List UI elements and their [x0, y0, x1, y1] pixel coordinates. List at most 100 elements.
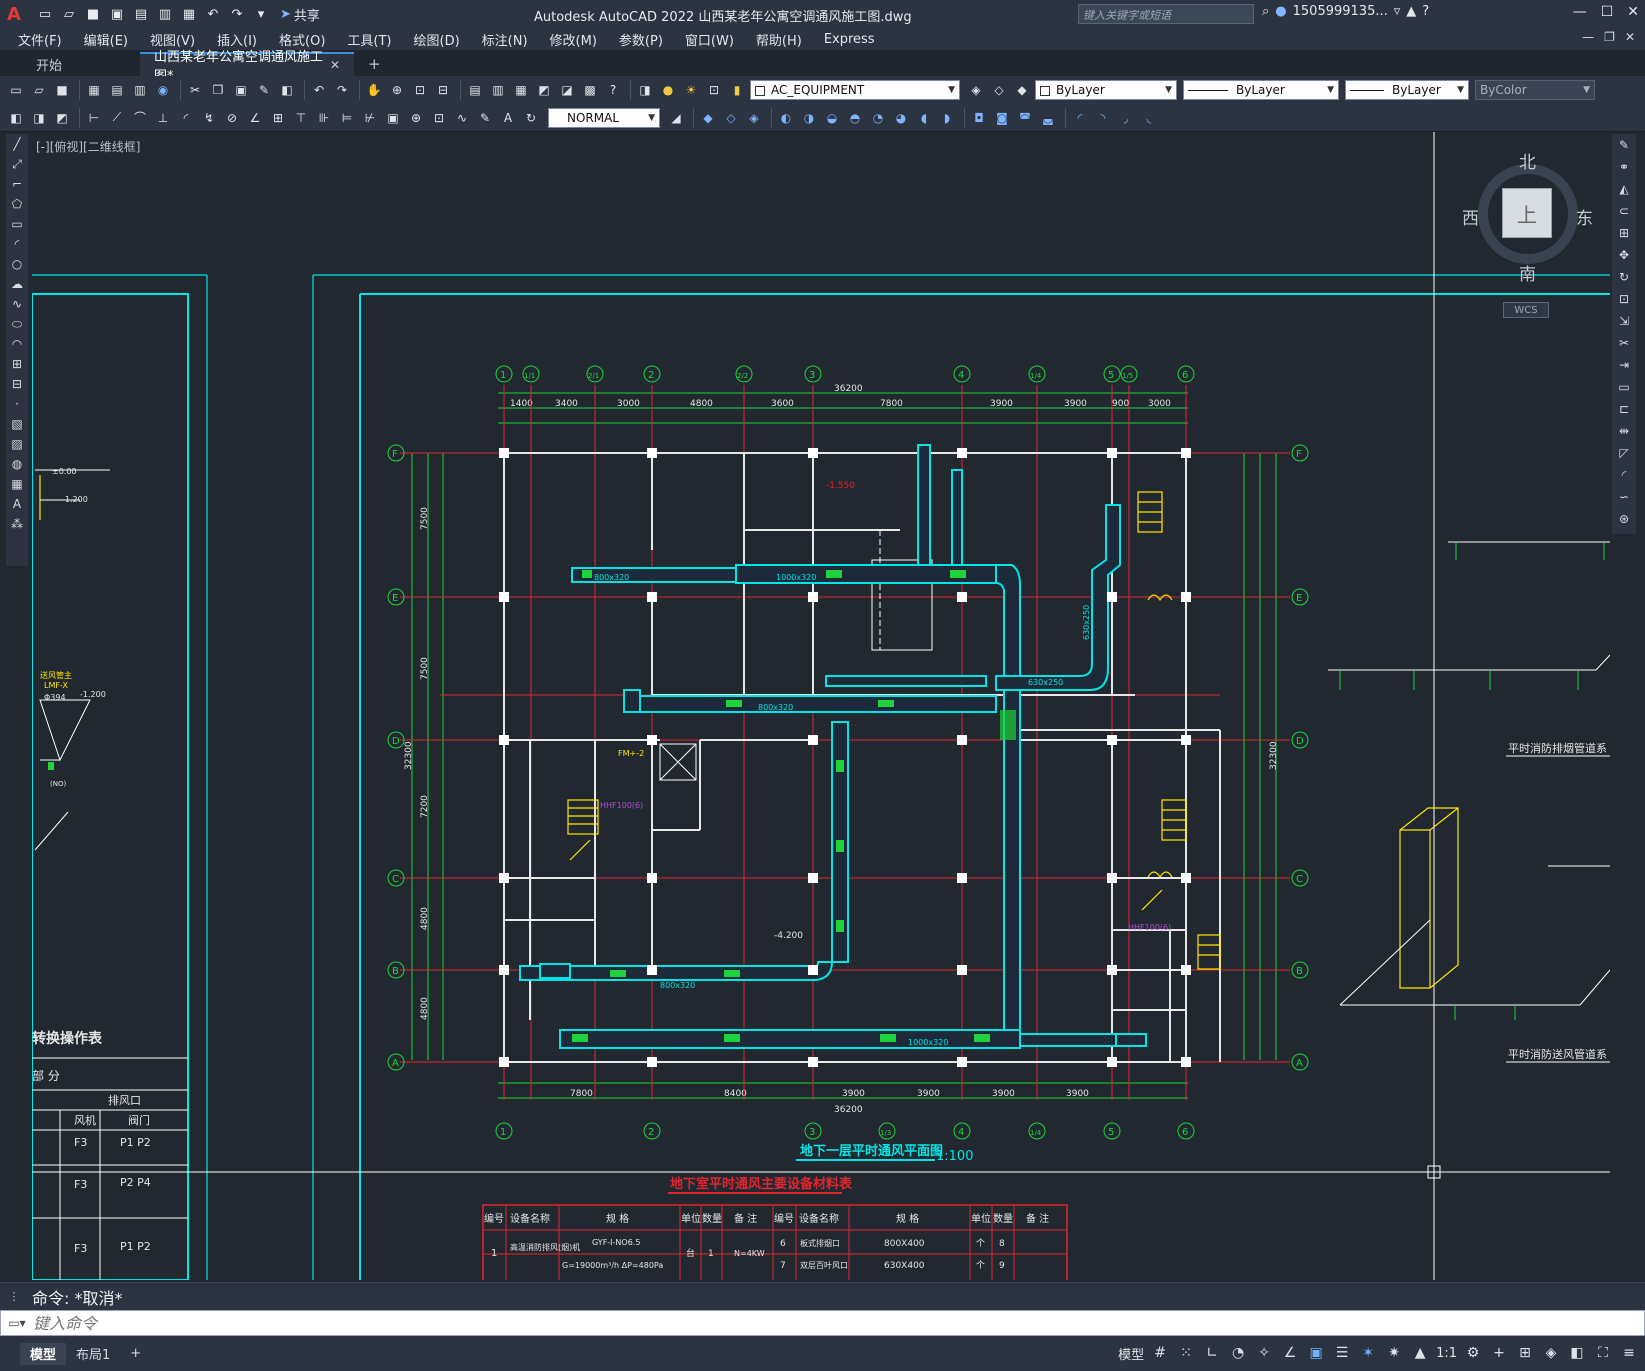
modify-stretch-icon[interactable]: ◕	[891, 108, 911, 128]
tool-palettes-icon[interactable]: ▦	[511, 80, 531, 100]
break-icon[interactable]: ⊏	[1614, 398, 1634, 420]
3d-dwf-icon[interactable]: ◉	[153, 80, 173, 100]
gradient-icon[interactable]: ▨	[8, 434, 26, 454]
color-dropdown[interactable]: ByLayer ▼	[1035, 80, 1177, 100]
spline-icon[interactable]: ∿	[8, 294, 26, 314]
redo-tb-icon[interactable]: ↷	[332, 80, 352, 100]
dim-jogged-icon[interactable]: ↯	[199, 108, 219, 128]
tab-model[interactable]: 模型	[20, 1342, 67, 1365]
hatch-back-icon[interactable]: ◩	[52, 108, 72, 128]
modify-lengthen-icon[interactable]: ◟	[1139, 108, 1159, 128]
tab-layout1[interactable]: 布局1	[66, 1343, 120, 1365]
doc-close-icon[interactable]: ✕	[1625, 30, 1635, 44]
tab-drawing[interactable]: 山西某老年公寓空调通风施工图* ✕	[140, 50, 354, 84]
fillet-icon[interactable]: ◜	[1614, 464, 1634, 486]
dim-text-edit-icon[interactable]: A	[498, 108, 518, 128]
command-input-bar[interactable]: ▭▾	[0, 1310, 1645, 1336]
command-prompt-icon[interactable]: ▭▾	[1, 1316, 33, 1330]
save-as-icon[interactable]: ▣	[106, 3, 128, 25]
properties-icon[interactable]: ▤	[465, 80, 485, 100]
command-grip-icon[interactable]: ⋮	[9, 1290, 20, 1303]
dim-radius-icon[interactable]: ◜	[176, 108, 196, 128]
snap-icon[interactable]: ⁙	[1176, 1343, 1196, 1363]
modify-align-icon[interactable]: ◞	[1116, 108, 1136, 128]
menu-parametric[interactable]: 参数(P)	[619, 30, 663, 49]
quick-dim-icon[interactable]: ⊞	[268, 108, 288, 128]
publish-icon[interactable]: ▤	[130, 3, 152, 25]
export-icon[interactable]: ▥	[154, 3, 176, 25]
block-editor-icon[interactable]: ◧	[277, 80, 297, 100]
make-current-icon[interactable]: ◈	[966, 80, 986, 100]
modify-break-icon[interactable]: ◘	[969, 108, 989, 128]
modify-chamfer-icon[interactable]: ◚	[1015, 108, 1035, 128]
modify-rotate-icon[interactable]: ◓	[845, 108, 865, 128]
construction-line-icon[interactable]: ⤢	[8, 154, 26, 174]
dim-continue-icon[interactable]: ⊪	[314, 108, 334, 128]
search-input[interactable]: 键入关键字或短语	[1078, 4, 1254, 24]
save-tb-icon[interactable]: ■	[52, 80, 72, 100]
undo-icon[interactable]: ↶	[202, 3, 224, 25]
line-icon[interactable]: ╱	[8, 134, 26, 154]
dim-angular-icon[interactable]: ∠	[245, 108, 265, 128]
viewcube-top-face[interactable]: 上	[1502, 188, 1552, 238]
dim-space-icon[interactable]: ⊨	[337, 108, 357, 128]
dim-linear-icon[interactable]: ⊢	[84, 108, 104, 128]
plot-icon[interactable]: ▦	[84, 80, 104, 100]
scale-icon[interactable]: ⊡	[1614, 288, 1634, 310]
jogged-linear-icon[interactable]: ∿	[452, 108, 472, 128]
linetype-dropdown[interactable]: ByLayer ▼	[1183, 80, 1339, 100]
center-mark-icon[interactable]: ⊕	[406, 108, 426, 128]
ellipse-arc-icon[interactable]: ◠	[8, 334, 26, 354]
add-selected-icon[interactable]: ⁂	[8, 514, 26, 534]
osnap-tracking-icon[interactable]: ∠	[1280, 1343, 1300, 1363]
modify-trim-icon[interactable]: ◖	[914, 108, 934, 128]
annotation-visibility-icon[interactable]: ✶	[1358, 1343, 1378, 1363]
share-button[interactable]: ➤ 共享	[280, 5, 320, 24]
lineweight-dropdown[interactable]: ByLayer ▼	[1345, 80, 1469, 100]
osnap-icon[interactable]: ▣	[1306, 1343, 1326, 1363]
dim-arc-icon[interactable]: ⌒	[130, 108, 150, 128]
polyline-icon[interactable]: ⌐	[8, 174, 26, 194]
rotate-icon[interactable]: ↻	[1614, 266, 1634, 288]
stretch-icon[interactable]: ⇲	[1614, 310, 1634, 332]
insert-block-icon[interactable]: ⊞	[8, 354, 26, 374]
open-icon[interactable]: ▱	[29, 80, 49, 100]
print-icon[interactable]: ▦	[178, 3, 200, 25]
text-front-icon[interactable]: ◨	[29, 108, 49, 128]
modify-explode-icon[interactable]: ◜	[1070, 108, 1090, 128]
maximize-icon[interactable]: ☐	[1601, 4, 1614, 20]
plot-preview-icon[interactable]: ▤	[107, 80, 127, 100]
autodesk-app-icon[interactable]: ▲	[1406, 4, 1416, 19]
cut-icon[interactable]: ✂	[185, 80, 205, 100]
polygon-icon[interactable]: ⬠	[8, 194, 26, 214]
annotation-scale-value[interactable]: 1:1	[1436, 1346, 1457, 1361]
modify-fillet-icon[interactable]: ◛	[1038, 108, 1058, 128]
dim-edit-icon[interactable]: ✎	[475, 108, 495, 128]
point-icon[interactable]: ·	[8, 394, 26, 414]
tab-close-icon[interactable]: ✕	[330, 58, 340, 72]
ortho-icon[interactable]: ∟	[1202, 1343, 1222, 1363]
region-icon[interactable]: ◍	[8, 454, 26, 474]
workspace-gear-icon[interactable]: ⚙	[1463, 1343, 1483, 1363]
modify-erase-icon[interactable]: ◆	[698, 108, 718, 128]
grid-icon[interactable]: #	[1150, 1343, 1170, 1363]
copy-object-icon[interactable]: ⚭	[1614, 156, 1634, 178]
drawing-canvas[interactable]: .cy { stroke: #00e5e5; fill: none; strok…	[32, 132, 1610, 1280]
model-space-button[interactable]: 模型	[1118, 1344, 1144, 1363]
arc-icon[interactable]: ◜	[8, 234, 26, 254]
modify-scale-icon[interactable]: ◔	[868, 108, 888, 128]
modify-mirror-icon[interactable]: ◈	[744, 108, 764, 128]
menu-modify[interactable]: 修改(M)	[550, 30, 597, 49]
lineweight-icon[interactable]: ☰	[1332, 1343, 1352, 1363]
dim-aligned-icon[interactable]: ⟋	[107, 108, 127, 128]
zoom-window-icon[interactable]: ⊡	[410, 80, 430, 100]
rectangle-icon[interactable]: ▭	[8, 214, 26, 234]
hatch-icon[interactable]: ▧	[8, 414, 26, 434]
layer-state-icon[interactable]: ◆	[1012, 80, 1032, 100]
auto-scale-icon[interactable]: ✷	[1384, 1343, 1404, 1363]
plotstyle-dropdown[interactable]: ByColor ▼	[1475, 80, 1595, 100]
help-icon[interactable]: ?	[1422, 4, 1429, 19]
compass-north[interactable]: 北	[1519, 148, 1536, 173]
modify-array-icon[interactable]: ◑	[799, 108, 819, 128]
tolerance-icon[interactable]: ▣	[383, 108, 403, 128]
